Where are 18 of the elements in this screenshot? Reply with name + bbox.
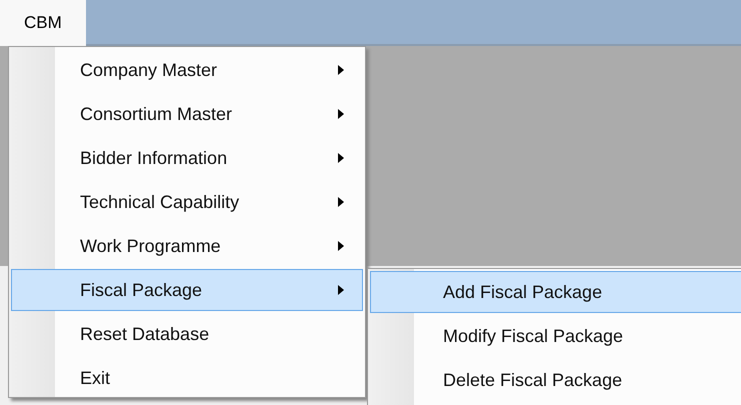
menu-item[interactable]: Fiscal Package bbox=[11, 269, 363, 311]
menu-title[interactable]: CBM bbox=[0, 0, 86, 46]
menu-item[interactable]: Consortium Master bbox=[11, 93, 363, 135]
menu-item[interactable]: Delete Fiscal Package bbox=[370, 359, 741, 401]
menu-item[interactable]: Technical Capability bbox=[11, 181, 363, 223]
submenu-arrow-icon bbox=[338, 241, 344, 251]
submenu-arrow-icon bbox=[338, 197, 344, 207]
menu-item[interactable]: Add Fiscal Package bbox=[370, 271, 741, 313]
submenu-arrow-icon bbox=[338, 153, 344, 163]
submenu-arrow-icon bbox=[338, 285, 344, 295]
menu-item[interactable]: Reset Database bbox=[11, 313, 363, 355]
menu-item[interactable]: Modify Fiscal Package bbox=[370, 315, 741, 357]
menu-item[interactable]: Exit bbox=[11, 357, 363, 399]
menu-item[interactable]: Company Master bbox=[11, 49, 363, 91]
submenu-arrow-icon bbox=[338, 65, 344, 75]
submenu-arrow-icon bbox=[338, 109, 344, 119]
menu-item[interactable]: Bidder Information bbox=[11, 137, 363, 179]
menu-item[interactable]: Work Programme bbox=[11, 225, 363, 267]
